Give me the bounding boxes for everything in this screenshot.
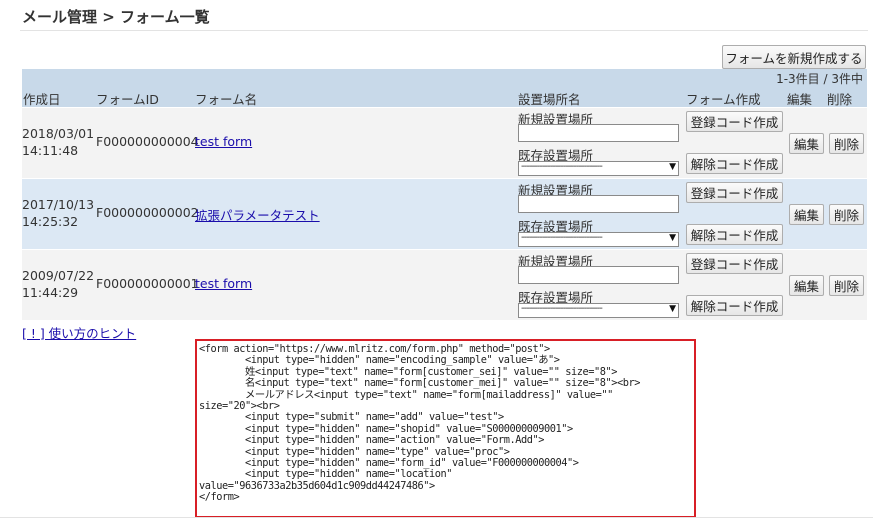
column-header-form-id: フォームID <box>96 92 159 107</box>
select-value: ------------------------------- <box>521 232 603 243</box>
column-header-delete: 削除 <box>827 92 853 107</box>
created-date-day: 2018/03/01 <box>22 126 95 141</box>
column-header-location: 設置場所名 <box>518 92 581 107</box>
new-form-button[interactable]: フォームを新規作成する <box>722 45 866 69</box>
column-header-created: 作成日 <box>23 92 61 107</box>
code-line: <input type="hidden" name="form_id" valu… <box>199 457 579 470</box>
usage-hint-link[interactable]: [ ! ] 使い方のヒント <box>22 323 136 342</box>
code-line: <input type="hidden" name="encoding_samp… <box>199 354 560 367</box>
table-row: 2018/03/01 14:11:48 F000000000004 test f… <box>22 108 867 178</box>
dropdown-arrow-icon: ▼ <box>669 304 676 314</box>
dropdown-arrow-icon: ▼ <box>669 233 676 243</box>
record-count: 1-3件目 / 3件中 <box>776 72 863 86</box>
table-row: 2017/10/13 14:25:32 F000000000002 拡張パラメー… <box>22 179 867 249</box>
form-id: F000000000002 <box>96 205 199 220</box>
dropdown-arrow-icon: ▼ <box>669 162 676 172</box>
register-code-button[interactable]: 登録コード作成 <box>686 182 783 203</box>
new-location-input[interactable] <box>518 195 679 213</box>
form-name-link[interactable]: 拡張パラメータテスト <box>195 205 320 224</box>
created-date-day: 2009/07/22 <box>22 268 95 283</box>
select-value: ------------------------------- <box>521 303 603 314</box>
delete-button[interactable]: 削除 <box>829 204 864 225</box>
table-header: 1-3件目 / 3件中 作成日 フォームID フォーム名 設置場所名 フォーム作… <box>22 69 867 107</box>
code-line: <input type="hidden" name="shopid" value… <box>199 422 573 435</box>
code-line: value="9636733a2b35d604d1c909dd44247486"… <box>199 479 435 492</box>
code-line: 名<input type="text" name="form[customer_… <box>199 377 641 390</box>
created-date: 2009/07/22 11:44:29 <box>22 267 94 301</box>
edit-button[interactable]: 編集 <box>789 204 824 225</box>
new-location-input[interactable] <box>518 266 679 284</box>
code-line: </form> <box>199 491 240 504</box>
unregister-code-button[interactable]: 解除コード作成 <box>686 153 783 174</box>
column-header-form-name: フォーム名 <box>195 92 258 107</box>
table-row: 2009/07/22 11:44:29 F000000000001 test f… <box>22 250 867 320</box>
edit-button[interactable]: 編集 <box>789 133 824 154</box>
generated-code-box: <form action="https://www.mlritz.com/for… <box>195 339 696 518</box>
created-date: 2017/10/13 14:25:32 <box>22 196 94 230</box>
created-date-time: 11:44:29 <box>22 285 79 300</box>
form-name-link[interactable]: test form <box>195 276 252 291</box>
code-line: <input type="hidden" name="type" value="… <box>199 445 510 458</box>
code-line: <form action="https://www.mlritz.com/for… <box>199 343 550 355</box>
select-value: ------------------------------- <box>521 161 603 172</box>
code-line: <input type="hidden" name="location" <box>199 468 452 481</box>
code-line: size="20"><br> <box>199 400 280 413</box>
delete-button[interactable]: 削除 <box>829 275 864 296</box>
form-id: F000000000001 <box>96 276 199 291</box>
new-location-input[interactable] <box>518 124 679 142</box>
column-header-create-form: フォーム作成 <box>686 92 761 107</box>
register-code-button[interactable]: 登録コード作成 <box>686 253 783 274</box>
code-line: 姓<input type="text" name="form[customer_… <box>199 365 618 378</box>
form-name-link[interactable]: test form <box>195 134 252 149</box>
unregister-code-button[interactable]: 解除コード作成 <box>686 295 783 316</box>
register-code-button[interactable]: 登録コード作成 <box>686 111 783 132</box>
code-line: <input type="hidden" name="action" value… <box>199 434 544 447</box>
created-date: 2018/03/01 14:11:48 <box>22 125 94 159</box>
unregister-code-button[interactable]: 解除コード作成 <box>686 224 783 245</box>
edit-button[interactable]: 編集 <box>789 275 824 296</box>
code-line: メールアドレス<input type="text" name="form[mai… <box>199 388 613 401</box>
column-header-edit: 編集 <box>787 92 813 107</box>
existing-location-select[interactable]: ------------------------------- ▼ <box>518 232 679 247</box>
code-line: <input type="submit" name="add" value="t… <box>199 411 504 424</box>
bottom-divider <box>0 517 873 518</box>
delete-button[interactable]: 削除 <box>829 133 864 154</box>
title-divider <box>20 30 868 31</box>
form-id: F000000000004 <box>96 134 199 149</box>
created-date-time: 14:11:48 <box>22 143 79 158</box>
created-date-day: 2017/10/13 <box>22 197 95 212</box>
page-title: メール管理 > フォーム一覧 <box>22 8 210 26</box>
created-date-time: 14:25:32 <box>22 214 79 229</box>
code-snippet: <form action="https://www.mlritz.com/for… <box>199 343 694 504</box>
existing-location-select[interactable]: ------------------------------- ▼ <box>518 303 679 318</box>
existing-location-select[interactable]: ------------------------------- ▼ <box>518 161 679 176</box>
